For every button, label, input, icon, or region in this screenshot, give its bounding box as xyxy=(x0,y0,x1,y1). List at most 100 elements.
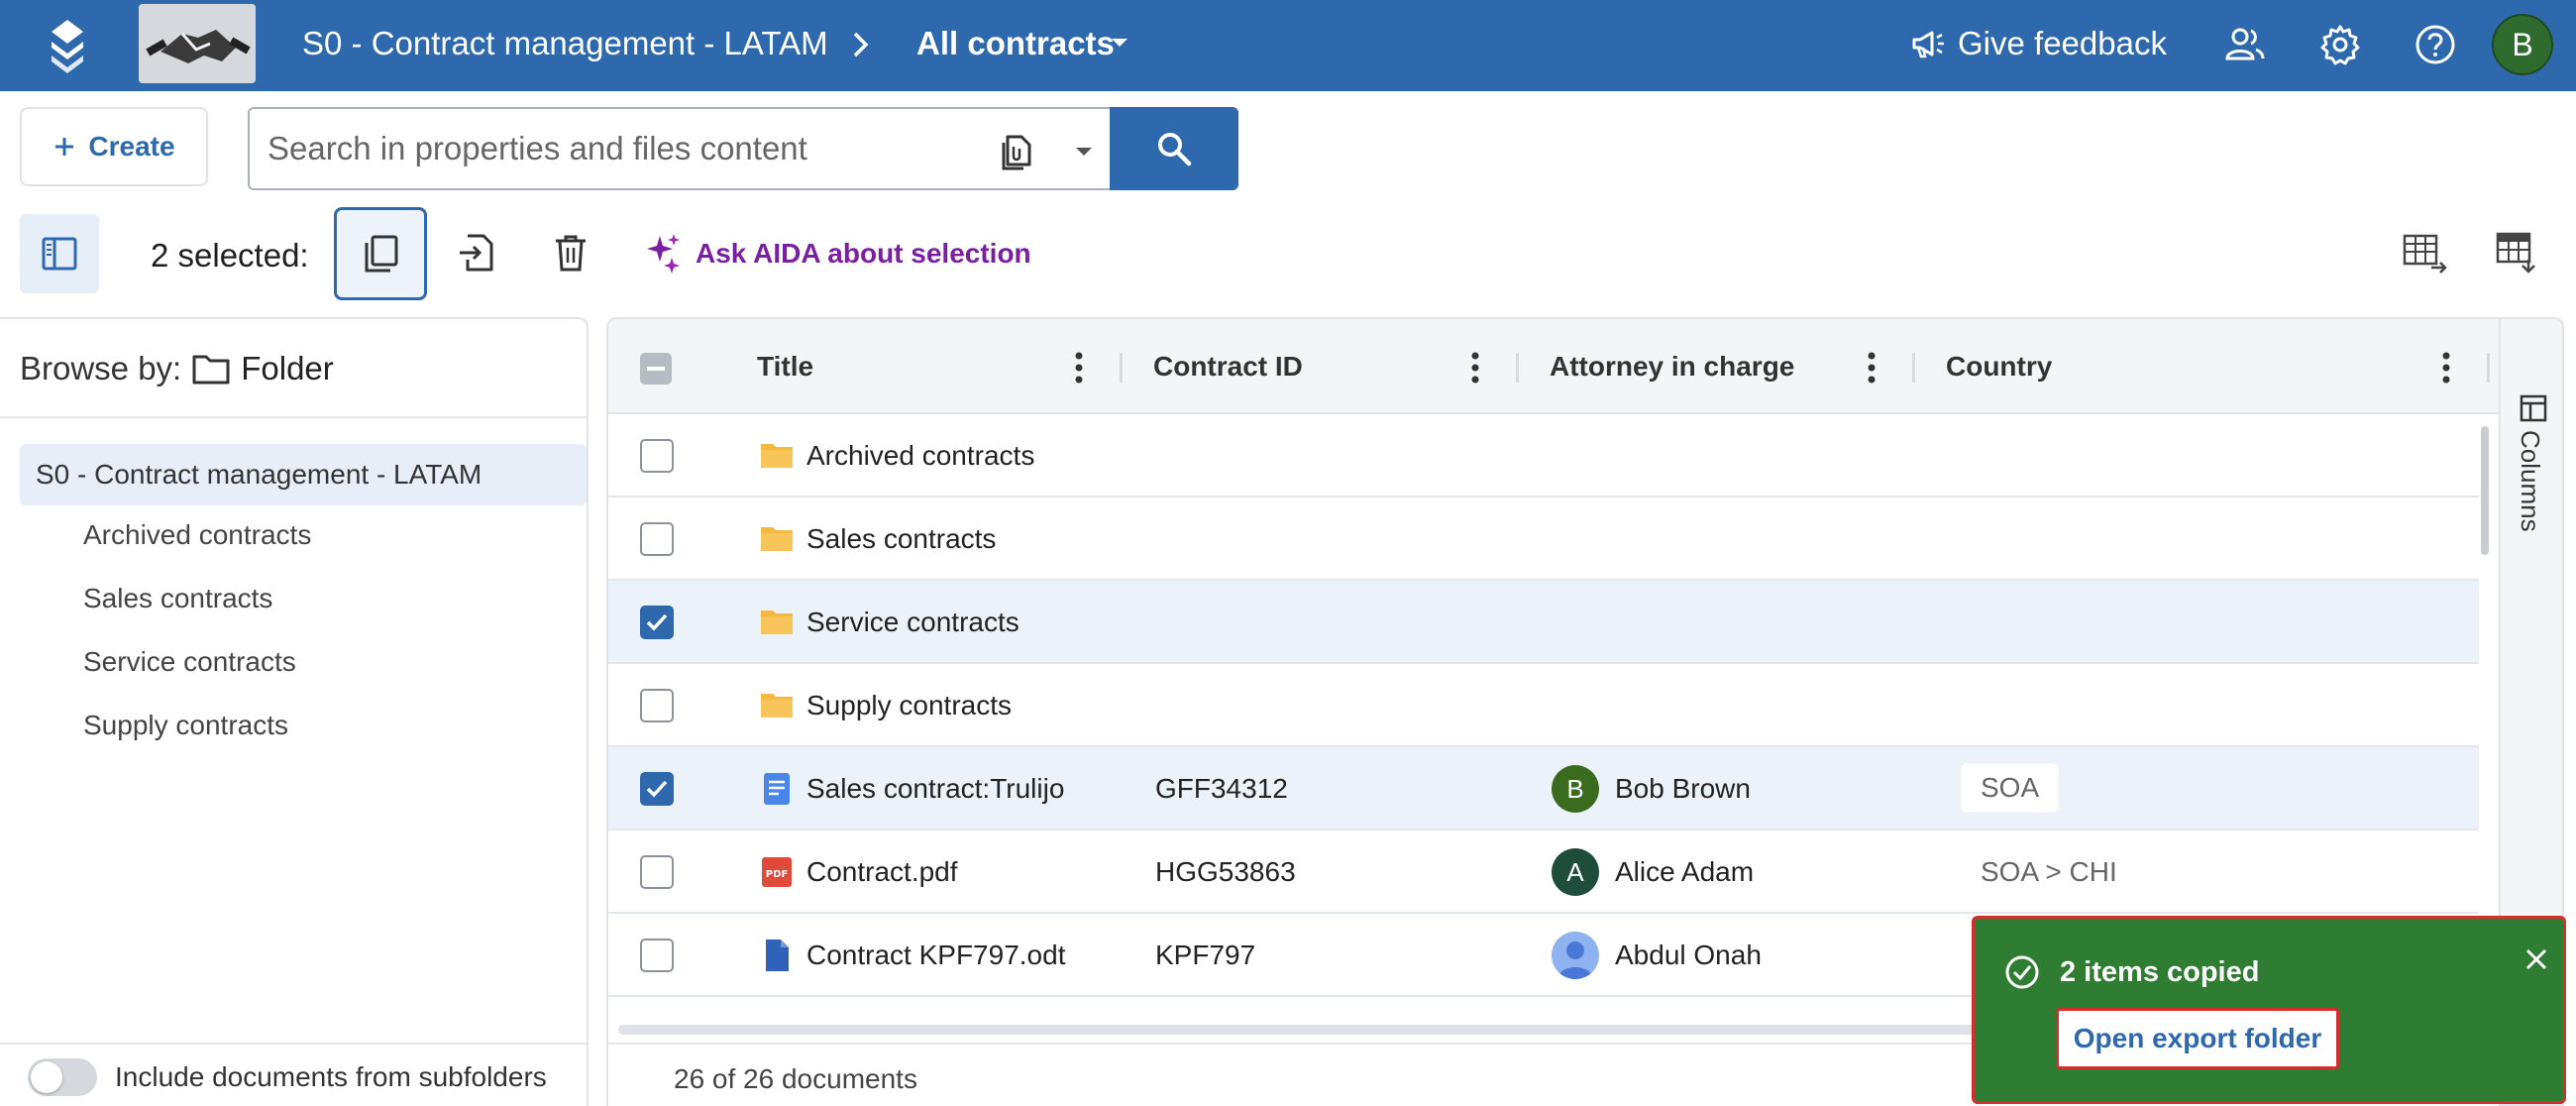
breadcrumb-workspace[interactable]: S0 - Contract management - LATAM xyxy=(302,24,828,63)
column-menu-icon[interactable] xyxy=(1074,351,1084,385)
tree-item-sales-contracts[interactable]: Sales contracts xyxy=(83,579,272,618)
table-row[interactable]: Sales contracts xyxy=(608,498,2479,581)
close-icon[interactable] xyxy=(2522,944,2551,974)
row-attorney: Abdul Onah xyxy=(1615,940,1762,970)
toggle-sidebar-button[interactable] xyxy=(20,214,99,293)
folder-outline-icon xyxy=(191,352,231,386)
chevron-right-icon xyxy=(842,27,878,62)
column-resize-handle[interactable] xyxy=(1516,353,1519,383)
table-row[interactable]: Service contracts xyxy=(608,581,2479,664)
svg-text:PDF: PDF xyxy=(766,869,788,880)
browse-by-selector[interactable]: Browse by: Folder xyxy=(20,347,334,390)
copy-button[interactable] xyxy=(334,207,427,300)
row-title[interactable]: Sales contract:Trulijo xyxy=(806,769,1064,809)
ask-aida-label: Ask AIDA about selection xyxy=(696,238,1031,269)
row-title[interactable]: Archived contracts xyxy=(806,436,1034,476)
search-icon xyxy=(1154,129,1194,168)
row-title[interactable]: Service contracts xyxy=(806,603,1020,642)
tree-item-archived-contracts[interactable]: Archived contracts xyxy=(83,515,311,555)
column-menu-icon[interactable] xyxy=(1867,351,1877,385)
chevron-down-icon[interactable] xyxy=(1110,36,1129,50)
column-menu-icon[interactable] xyxy=(1470,351,1480,385)
gear-icon[interactable] xyxy=(2318,23,2362,66)
tree-item-service-contracts[interactable]: Service contracts xyxy=(83,642,296,682)
move-to-icon[interactable] xyxy=(456,232,497,274)
table-row[interactable]: PDF Contract.pdf HGG53863 A Alice Adam S… xyxy=(608,830,2479,914)
doc-icon xyxy=(759,771,795,807)
vertical-scrollbar[interactable] xyxy=(2481,426,2489,555)
column-resize-handle[interactable] xyxy=(1120,353,1123,383)
row-title[interactable]: Contract KPF797.odt xyxy=(806,936,1065,975)
row-checkbox[interactable] xyxy=(640,855,674,889)
row-checkbox[interactable] xyxy=(640,439,674,473)
browse-by-value: Folder xyxy=(241,350,334,387)
include-subfolders-toggle[interactable] xyxy=(28,1058,97,1096)
chevron-down-icon[interactable] xyxy=(1074,146,1094,158)
browse-by-label: Browse by: xyxy=(20,350,182,387)
table-row[interactable]: Sales contract:Trulijo GFF34312 B Bob Br… xyxy=(608,747,2479,830)
table-settings-icon[interactable] xyxy=(2495,230,2540,276)
search-box xyxy=(248,107,1238,190)
create-button[interactable]: Create xyxy=(20,107,208,186)
attorney-avatar: A xyxy=(1552,848,1599,896)
row-contract-id: GFF34312 xyxy=(1155,773,1288,804)
row-attorney: Alice Adam xyxy=(1615,856,1755,887)
column-resize-handle[interactable] xyxy=(2487,353,2490,383)
file-icon xyxy=(759,938,795,973)
include-subfolders-label: Include documents from subfolders xyxy=(115,1061,547,1092)
trash-icon[interactable] xyxy=(550,232,591,274)
column-menu-icon[interactable] xyxy=(2441,351,2451,385)
row-title[interactable]: Sales contracts xyxy=(806,519,996,559)
selection-count: 2 selected: xyxy=(151,237,309,274)
tree-item-supply-contracts[interactable]: Supply contracts xyxy=(83,706,288,745)
ai-sparkle-icon xyxy=(644,232,684,276)
row-checkbox[interactable] xyxy=(640,939,674,972)
divider xyxy=(0,1043,587,1045)
toast-message: 2 items copied xyxy=(2060,956,2260,988)
row-title[interactable]: Contract.pdf xyxy=(806,852,958,892)
select-all-checkbox[interactable] xyxy=(640,353,672,385)
row-checkbox[interactable] xyxy=(640,522,674,556)
column-header-contract-id[interactable]: Contract ID xyxy=(1153,349,1303,385)
ask-aida-button[interactable]: Ask AIDA about selection xyxy=(644,230,1031,277)
row-title[interactable]: Supply contracts xyxy=(806,686,1012,725)
table-header: Title Contract ID Attorney in charge Cou… xyxy=(608,319,2499,414)
row-country: SOA > CHI xyxy=(1981,856,2117,887)
search-button[interactable] xyxy=(1110,107,1238,190)
sidebar-panel-icon xyxy=(41,235,78,273)
attorney-avatar: B xyxy=(1552,765,1599,813)
row-checkbox[interactable] xyxy=(640,689,674,722)
row-checkbox[interactable] xyxy=(640,606,674,639)
row-contract-id: KPF797 xyxy=(1155,940,1256,970)
user-avatar[interactable]: B xyxy=(2492,14,2553,75)
top-bar: S0 - Contract management - LATAM All con… xyxy=(0,0,2576,91)
row-checkbox[interactable] xyxy=(640,772,674,806)
file-content-icon[interactable] xyxy=(998,131,1037,170)
table-row[interactable]: Supply contracts xyxy=(608,664,2479,747)
tree-item-root[interactable]: S0 - Contract management - LATAM xyxy=(20,444,587,505)
search-input[interactable] xyxy=(268,109,961,188)
workspace-image[interactable] xyxy=(139,4,256,83)
columns-icon xyxy=(2520,394,2547,422)
column-header-attorney[interactable]: Attorney in charge xyxy=(1550,349,1794,385)
users-icon[interactable] xyxy=(2223,23,2267,66)
column-header-country[interactable]: Country xyxy=(1946,349,2052,385)
divider xyxy=(0,416,587,418)
breadcrumb-view[interactable]: All contracts xyxy=(916,24,1115,63)
create-label: Create xyxy=(88,131,175,162)
folder-icon xyxy=(759,605,795,640)
give-feedback-button[interactable]: Give feedback xyxy=(1910,22,2167,65)
copy-icon xyxy=(360,233,401,275)
column-header-title[interactable]: Title xyxy=(757,349,813,385)
attorney-avatar xyxy=(1552,932,1599,979)
table-row[interactable]: Archived contracts xyxy=(608,414,2479,498)
check-circle-icon xyxy=(2004,954,2040,990)
folder-icon xyxy=(759,521,795,557)
help-icon[interactable] xyxy=(2414,23,2457,66)
open-export-folder-button[interactable]: Open export folder xyxy=(2056,1008,2339,1069)
app-logo-icon[interactable] xyxy=(44,18,91,73)
column-resize-handle[interactable] xyxy=(1912,353,1915,383)
table-export-icon[interactable] xyxy=(2402,230,2447,276)
megaphone-icon xyxy=(1910,26,1946,61)
pdf-icon: PDF xyxy=(759,854,795,890)
